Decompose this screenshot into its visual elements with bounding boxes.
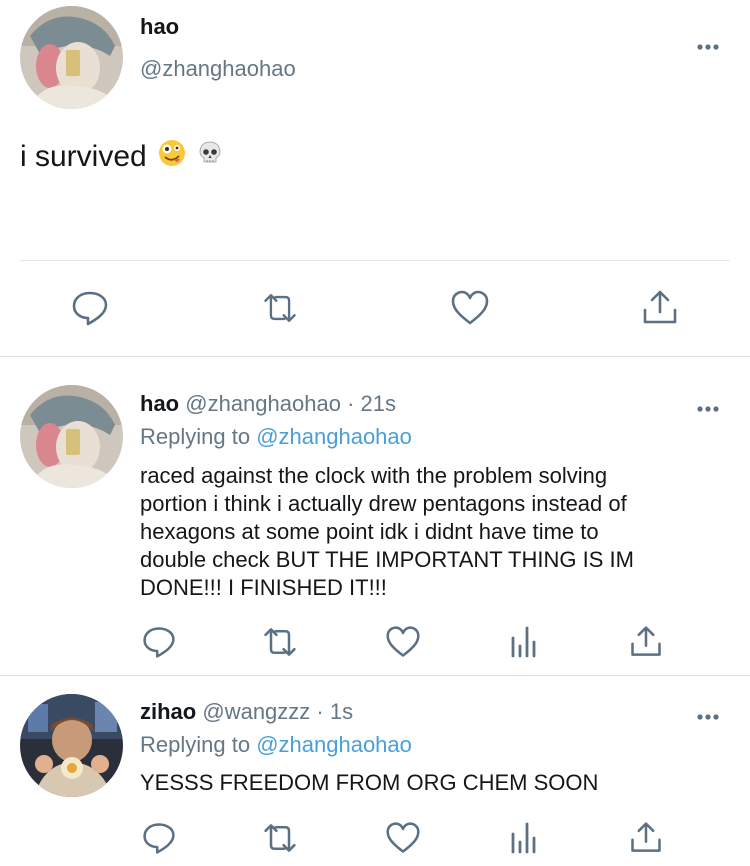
more-options-icon[interactable] — [696, 38, 720, 50]
reply-header: hao @zhanghaohao · 21s — [140, 391, 396, 417]
retweet-icon[interactable] — [260, 818, 300, 858]
reply-text-line: YESSS FREEDOM FROM ORG CHEM SOON — [140, 770, 599, 795]
analytics-icon[interactable] — [504, 622, 544, 662]
replying-to: Replying to @zhanghaohao — [140, 732, 412, 758]
replying-to-prefix: Replying to — [140, 424, 251, 449]
replying-to-link[interactable]: @zhanghaohao — [256, 424, 412, 449]
share-icon[interactable] — [640, 288, 680, 328]
reply-text-line: portion i think i actually drew pentagon… — [140, 491, 627, 516]
reply-author-name[interactable]: zihao — [140, 699, 196, 724]
reply-text: raced against the clock with the problem… — [140, 462, 710, 602]
reply-timestamp[interactable]: 1s — [330, 699, 353, 724]
section-divider — [0, 356, 750, 357]
share-icon[interactable] — [626, 818, 666, 858]
more-options-icon[interactable] — [696, 400, 720, 412]
replying-to-prefix: Replying to — [140, 732, 251, 757]
zany-face-emoji — [157, 138, 187, 176]
reply-text-line: double check BUT THE IMPORTANT THING IS … — [140, 547, 634, 572]
reply-icon[interactable] — [139, 818, 179, 858]
reply-author-handle[interactable]: @zhanghaohao — [185, 391, 341, 416]
reply-text-line: hexagons at some point idk i didnt have … — [140, 519, 599, 544]
reply-timestamp[interactable]: 21s — [361, 391, 396, 416]
reply-author-handle[interactable]: @wangzzz — [202, 699, 310, 724]
reply-separator: · — [316, 699, 324, 724]
retweet-icon[interactable] — [260, 622, 300, 662]
reply-text: YESSS FREEDOM FROM ORG CHEM SOON — [140, 769, 710, 797]
reply-text-line: raced against the clock with the problem… — [140, 463, 608, 488]
main-tweet-text-content: i survived — [20, 140, 147, 173]
like-icon[interactable] — [383, 622, 423, 662]
like-icon[interactable] — [450, 288, 490, 328]
reply-avatar[interactable] — [20, 694, 123, 797]
reply-avatar[interactable] — [20, 385, 123, 488]
main-tweet-avatar[interactable] — [20, 6, 123, 109]
section-divider — [0, 675, 750, 676]
main-tweet-author-handle[interactable]: @zhanghaohao — [140, 56, 296, 82]
analytics-icon[interactable] — [504, 818, 544, 858]
reply-separator: · — [347, 391, 355, 416]
replying-to: Replying to @zhanghaohao — [140, 424, 412, 450]
main-tweet-divider — [20, 260, 730, 261]
main-tweet-text: i survived — [20, 138, 223, 176]
retweet-icon[interactable] — [260, 288, 300, 328]
replying-to-link[interactable]: @zhanghaohao — [256, 732, 412, 757]
reply-icon[interactable] — [70, 288, 110, 328]
more-options-icon[interactable] — [696, 708, 720, 720]
reply-text-line: DONE!!! I FINISHED IT!!! — [140, 575, 387, 600]
reply-icon[interactable] — [139, 622, 179, 662]
like-icon[interactable] — [383, 818, 423, 858]
reply-author-name[interactable]: hao — [140, 391, 179, 416]
reply-header: zihao @wangzzz · 1s — [140, 699, 353, 725]
skull-emoji — [197, 140, 223, 174]
share-icon[interactable] — [626, 622, 666, 662]
main-tweet-author-name[interactable]: hao — [140, 14, 179, 40]
